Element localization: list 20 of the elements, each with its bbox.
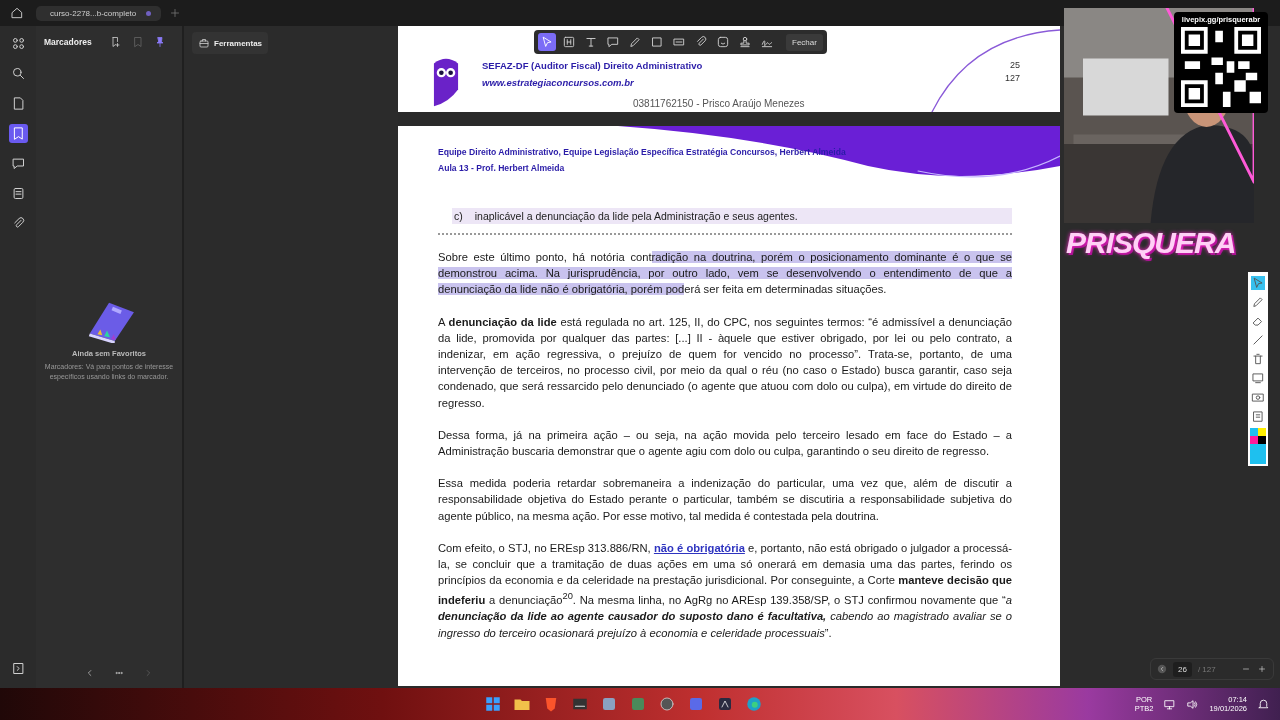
close-button[interactable]: Fechar: [786, 33, 823, 51]
page-total: 127: [1004, 73, 1020, 83]
sidebar-title: Marcadores: [44, 37, 92, 47]
tools-button[interactable]: Ferramentas: [192, 32, 269, 54]
body-paragraph: Dessa forma, já na primeira ação – ou seja, na ação movida pelo terceiro lesado em face do Estado – a Administração buscaria demonstrar que o agente agiu com dolo ou culpa, garantindo o seu direito de regresso.: [438, 427, 1012, 460]
stream-logo: PRISQUERA: [1066, 226, 1236, 260]
body-paragraph: A denunciação da lide está regulada no art. 125, II, do CPC, nos seguintes termos: “é admissível a denunciação da lide, promovida por qualquer das partes: [...] II - àquele que estiver obrigado, por lei ou pelo contrato, a indenizar, em ação regressiva, o prejuízo de quem for vencido no processo”. Trata-se, portanto, de uma intervenção de terceiros, no processo civil, por meio da qual o réu (no caso o Estado) busca garantir, caso seja condenado, que será ressarcido pelo denunciado (o agente que atuou com dolo ou culpa), em virtude do direito de regresso.: [438, 314, 1012, 411]
option-text: inaplicável a denunciação da lide pela Administração e seus agentes.: [474, 210, 798, 222]
owner-watermark-text: 03811762150 - Prisco Araújo Menezes: [633, 98, 805, 109]
page-number: 25: [1010, 60, 1020, 70]
website-url: www.estrategiaconcursos.com.br: [482, 77, 635, 88]
body-paragraph: Sobre este último ponto, há notória contradição na doutrina, porém o posicionamento dominante é o que se demonstrou acima. Na jurisprudência, por outro lado, vem se desenvolvendo o entendimento de que a denunciação da lide não é obrigatória, porém poderá ser feita em determinadas situações.: [438, 250, 1012, 298]
body-paragraph: Essa medida poderia retardar sobremaneira a indenização do particular, uma vez que, além de discutir a responsabilidade objetiva do Estado perante o particular, também se discutiria a responsabilidade subjetiva do agente público, na mesma ação. Por esse motivo, tal medida é contestada pela doutrina.: [438, 476, 1012, 524]
lesson-title: Aula 13 - Prof. Herbert Almeida: [438, 162, 565, 175]
body-paragraph: Com efeito, o STJ, no EREsp 313.886/RN, não é obrigatória e, portanto, não está obrigado o julgador a processá-la, se concluir que a tramitação de duas ações em uma só onerará em demasia uma das partes, ferindo os princípios da economia e da celeridade na prestação jurisdicional. Por conseguinte, a Corte manteve decisão que indeferiu a denunciação$^{20}$. Na mesma linha, no AgRg no AREsp 139.358/SP, o STJ confirmou novamente que “a denunciação da lide ao agente causador do suposto dano é facultativa, cabendo ao magistrado avaliar se o ingresso do terceiro ocasionará prejuízo à economia e celeridade processuais”.: [438, 540, 1012, 641]
course-title: SEFAZ-DF (Auditor Fiscal) Direito Administrativo: [482, 60, 703, 71]
document-tab[interactable]: curso-2278...b-completo: [36, 5, 162, 21]
page-count: / 127: [1197, 664, 1216, 674]
link[interactable]: não é obrigatória: [653, 541, 745, 554]
option-letter: c): [454, 210, 463, 222]
